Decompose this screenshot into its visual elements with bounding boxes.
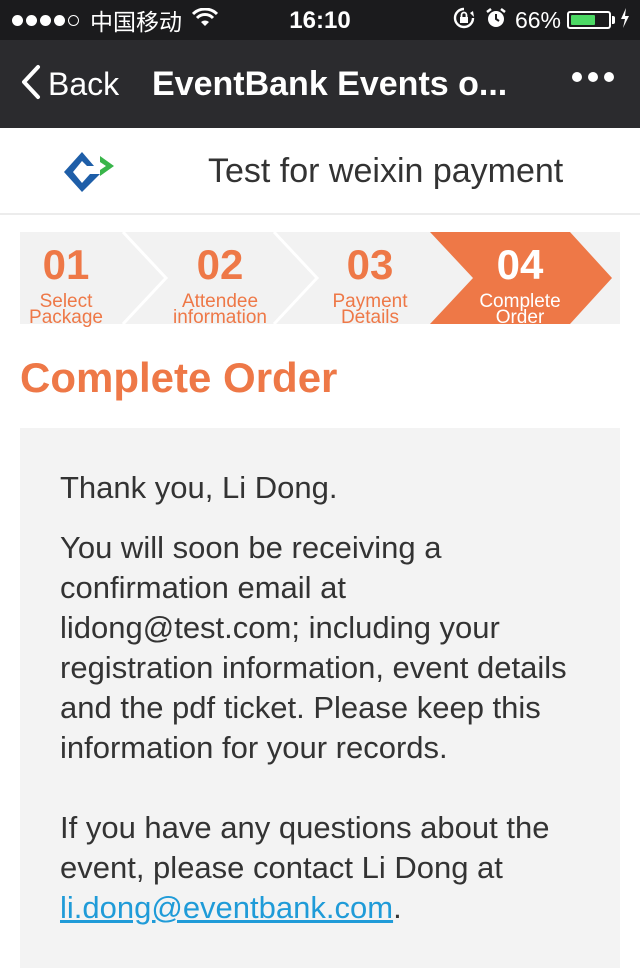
more-options-button[interactable] <box>566 72 614 82</box>
step-1: 01 Select Package <box>11 232 121 328</box>
step-label-line2: Package <box>29 307 103 328</box>
rotation-lock-icon <box>453 7 475 34</box>
battery-icon <box>567 11 611 29</box>
step-label-line2: Order <box>495 307 545 328</box>
step-number: 03 <box>346 241 394 288</box>
contact-paragraph: If you have any questions about the even… <box>60 808 580 928</box>
step-2: 02 Attendee information <box>165 232 275 328</box>
nav-title: EventBank Events o... <box>152 65 508 103</box>
thanks-text: Thank you, Li Dong. <box>60 470 338 505</box>
step-number: 02 <box>196 241 244 288</box>
charging-icon <box>620 7 630 33</box>
navigation-bar: Back EventBank Events o... <box>0 40 640 128</box>
step-3: 03 Payment Details <box>315 232 425 328</box>
alarm-icon <box>485 7 507 34</box>
chevron-left-icon <box>20 64 42 105</box>
event-title: Test for weixin payment <box>208 152 564 190</box>
contact-email-link[interactable]: li.dong@eventbank.com <box>60 890 393 925</box>
back-button[interactable]: Back <box>20 60 119 108</box>
confirmation-body: You will soon be receiving a confirmatio… <box>60 530 567 765</box>
battery-percent: 66% <box>514 6 561 33</box>
step-number: 04 <box>496 241 544 288</box>
progress-steps: 01 Select Package 02 Attendee informatio… <box>20 232 620 328</box>
contact-text: If you have any questions about the even… <box>60 810 550 885</box>
status-right: 66% <box>453 7 630 33</box>
contact-suffix: . <box>393 890 402 925</box>
page-title: Complete Order <box>20 354 338 401</box>
confirmation-message: Thank you, Li Dong. You will soon be rec… <box>20 428 620 968</box>
step-number: 01 <box>42 241 90 288</box>
back-label: Back <box>48 65 120 102</box>
eventbank-logo <box>60 146 120 201</box>
status-bar: 中国移动 16:10 66% <box>0 0 640 40</box>
step-4: 04 Complete Order <box>465 232 575 328</box>
step-label-line2: information <box>173 307 267 328</box>
event-header: Test for weixin payment <box>0 128 640 215</box>
step-label-line2: Details <box>340 307 400 328</box>
